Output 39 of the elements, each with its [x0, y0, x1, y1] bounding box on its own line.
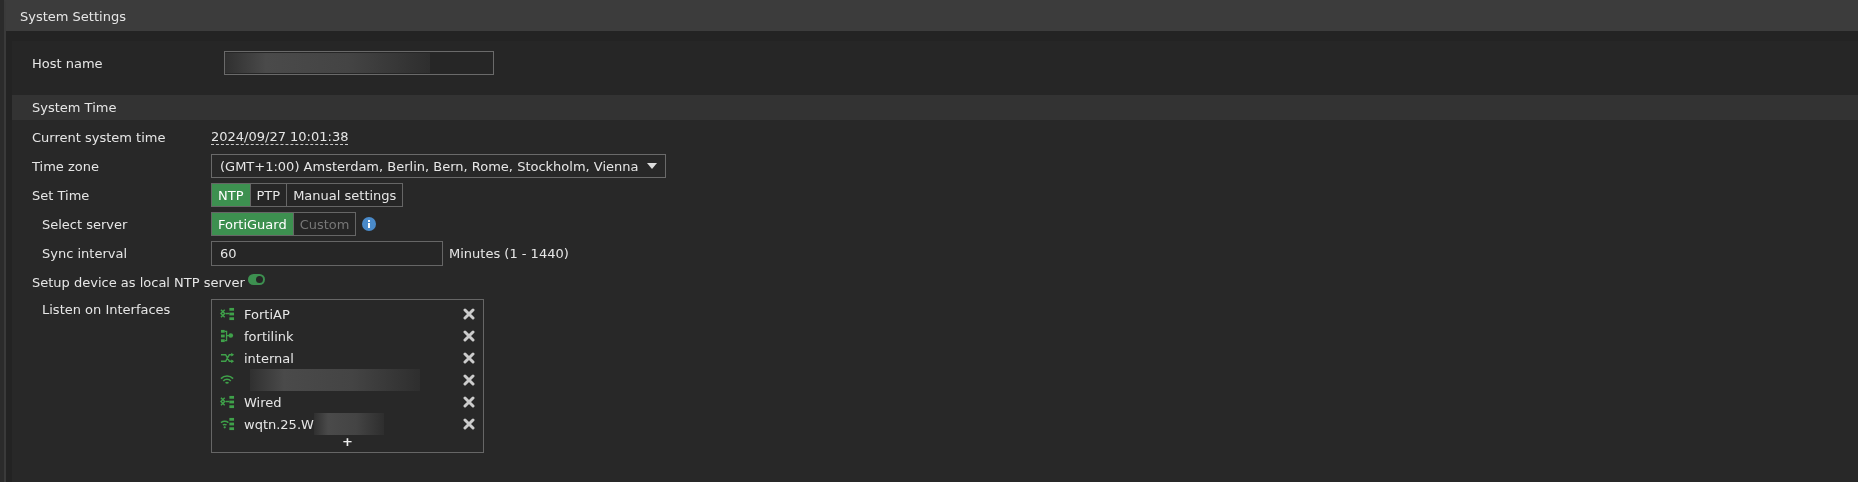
field-label: Select server [41, 216, 129, 232]
option-toggle[interactable]: FortiGuard [212, 213, 293, 235]
interface-name: internal [244, 350, 294, 366]
interface-icon [220, 351, 235, 365]
remove-icon[interactable] [463, 308, 475, 320]
sync-interval-field[interactable]: 60 [211, 240, 443, 266]
info-icon[interactable] [362, 217, 377, 231]
panel-title: System Settings [6, 3, 1858, 31]
remove-icon[interactable] [463, 330, 475, 342]
field-label: Set Time [32, 187, 91, 203]
time-zone-dropdown[interactable]: (GMT+1:00) Amsterdam, Berlin, Bern, Rome, Stockholm, Vienna [211, 154, 666, 178]
interface-icon [220, 373, 235, 387]
field-label: Time zone [32, 158, 100, 174]
field-label: Sync interval [41, 245, 129, 261]
interface-icon [220, 395, 235, 409]
interface-icon [220, 307, 235, 321]
interface-name: fortilink [244, 328, 294, 344]
blur-mask [313, 413, 384, 435]
remove-icon[interactable] [463, 374, 475, 386]
interface-icon [220, 417, 235, 431]
option-toggle[interactable]: NTP [212, 184, 250, 206]
section-header: System Time [12, 95, 1858, 120]
host-name-field[interactable] [224, 51, 494, 75]
interface-name: Wired [244, 394, 282, 410]
add-button[interactable]: + [340, 435, 355, 449]
field-label: Current system time [32, 129, 167, 145]
field-label: Listen on Interfaces [41, 301, 172, 317]
remove-icon[interactable] [463, 352, 475, 364]
caret-icon [646, 163, 657, 169]
field-label: Host name [32, 55, 104, 71]
interface-name: wqtn.25.W [244, 416, 314, 432]
remove-icon[interactable] [463, 396, 475, 408]
remove-icon[interactable] [463, 418, 475, 430]
interface-name: FortiAP [244, 306, 290, 322]
system-time-link[interactable]: 2024/09/27 10:01:38 [211, 129, 349, 145]
interface-icon [220, 329, 235, 343]
field-label: Setup device as local NTP server [32, 274, 245, 290]
toggle-switch[interactable] [247, 273, 265, 285]
unit-label: Minutes (1 - 1440) [449, 245, 569, 261]
